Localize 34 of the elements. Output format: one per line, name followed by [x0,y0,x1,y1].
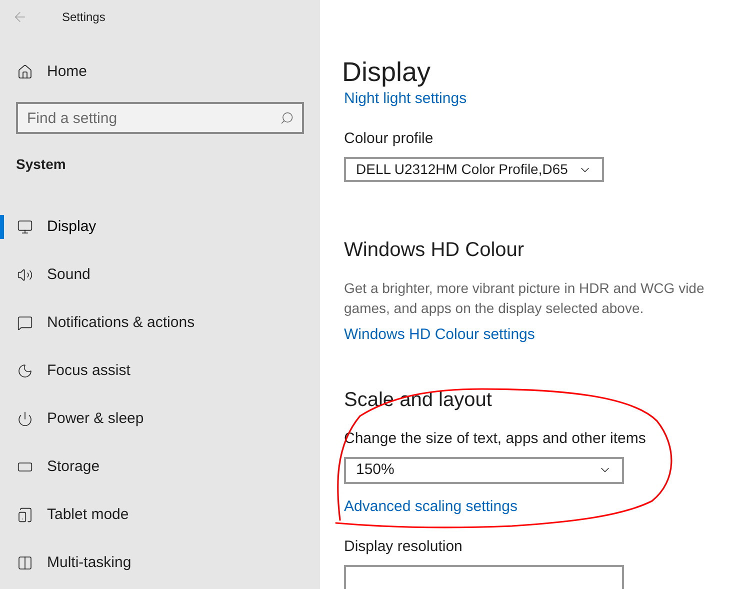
resolution-dropdown[interactable] [344,564,624,589]
home-link[interactable]: Home [47,60,88,84]
nav-item[interactable]: Notifications & actions [0,299,320,347]
page-title: Display [342,56,432,89]
speaker-icon [17,267,33,283]
tablet-icon [17,507,33,523]
resolution-label: Display resolution [344,536,464,556]
colour-profile-dropdown[interactable]: DELL U2312HM Color Profile,D65 [344,157,604,182]
columns-icon [17,555,33,571]
section-heading: Windows HD Colour [344,238,526,263]
back-icon[interactable] [12,9,28,25]
monitor-icon [17,219,33,235]
search-icon [280,111,294,125]
power-icon [17,411,33,427]
nav-item[interactable]: Sound [0,251,320,299]
nav-item[interactable]: Power & sleep [0,395,320,443]
search-field[interactable]: Find a setting [16,102,304,134]
home-icon [17,64,33,80]
window-title: Settings [62,9,106,26]
description-text: Get a brighter, more vibrant picture in HDR and WCG vide games, and apps on the display selected above. [344,279,706,318]
speech-bubble-icon [17,315,33,331]
advanced-scaling-link[interactable]: Advanced scaling settings [344,496,518,518]
scale-dropdown[interactable]: 150% [344,457,624,484]
night-light-link[interactable]: Night light settings [344,88,467,110]
section-heading: Scale and layout [344,388,493,413]
hd-colour-link[interactable]: Windows HD Colour settings [344,324,535,346]
nav-item[interactable]: Tablet mode [0,491,320,539]
selection-indicator [0,215,4,239]
nav-item[interactable]: Multi-tasking [0,539,320,587]
section-heading: System [16,155,67,174]
colour-profile-label: Colour profile [344,129,434,149]
nav-item[interactable]: Focus assist [0,347,320,395]
nav-item[interactable]: Storage [0,443,320,491]
moon-icon [17,363,33,379]
